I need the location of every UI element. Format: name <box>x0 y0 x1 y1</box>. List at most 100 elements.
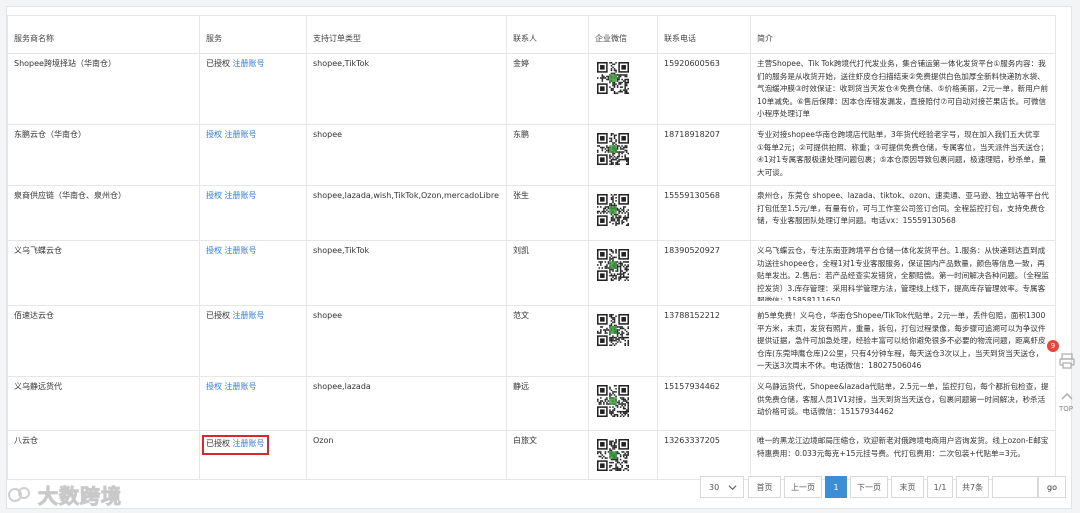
authorize-link[interactable]: 授权 <box>206 191 222 200</box>
contact-name: 白旅文 <box>506 430 589 480</box>
register-account-link[interactable]: 注册账号 <box>225 191 257 200</box>
wechat-cell <box>588 124 658 186</box>
table-row: 义乌静远货代 授权 注册账号 shopee,lazada 静远 15157934… <box>7 376 1056 431</box>
provider-name: 义乌静远货代 <box>7 376 200 431</box>
page-size-value: 30 <box>709 482 720 492</box>
authorize-link[interactable]: 授权 <box>206 130 222 139</box>
register-account-link[interactable]: 注册账号 <box>225 130 257 139</box>
intro-text: 义乌静远货代，Shopee&lazada代贴单，2.5元一单，监控打包，每个都折… <box>757 382 1049 416</box>
page-info: 1/1 <box>927 476 953 498</box>
wechat-qr-code-icon <box>597 385 629 417</box>
service-cell: 已授权 注册账号 <box>199 430 307 480</box>
phone-number: 15559130568 <box>657 185 751 241</box>
phone-number: 15157934462 <box>657 376 751 431</box>
wechat-cell <box>588 430 658 480</box>
header-service: 服务 <box>199 15 307 54</box>
phone-number: 15920600563 <box>657 53 751 125</box>
intro-text: 泉州仓，东莞仓 shopee、lazada、tiktok、ozon、速卖通、亚马… <box>757 191 1049 225</box>
table-row: 八云仓 已授权 注册账号 Ozon 白旅文 13263337205 唯一的黑龙江… <box>7 430 1056 480</box>
chevron-down-icon <box>728 485 737 491</box>
order-types: shopee <box>306 124 507 186</box>
notification-badge[interactable]: 9 <box>1047 340 1059 352</box>
wechat-cell <box>588 240 658 306</box>
register-account-link[interactable]: 注册账号 <box>233 59 265 68</box>
register-account-link[interactable]: 注册账号 <box>233 439 265 448</box>
wechat-cell <box>588 185 658 241</box>
phone-number: 13263337205 <box>657 430 751 480</box>
order-types: shopee,TikTok <box>306 53 507 125</box>
provider-name: Shopee跨境择站（华南仓） <box>7 53 200 125</box>
register-account-link[interactable]: 注册账号 <box>233 311 265 320</box>
first-page-button[interactable]: 首页 <box>748 476 781 498</box>
order-types: shopee <box>306 305 507 377</box>
phone-number: 18390520927 <box>657 240 751 306</box>
wechat-qr-code-icon <box>597 194 629 226</box>
register-account-link[interactable]: 注册账号 <box>225 246 257 255</box>
authorize-link[interactable]: 授权 <box>206 246 222 255</box>
intro-text: 义乌飞蝶云仓，专注东南亚跨境平台仓储一体化发货平台。1.服务：从快递到达直到成功… <box>757 246 1049 301</box>
provider-name: 义乌飞蝶云仓 <box>7 240 200 306</box>
authorized-status: 已授权 <box>206 311 230 320</box>
contact-name: 东鹏 <box>506 124 589 186</box>
contact-name: 范文 <box>506 305 589 377</box>
intro-cell: 义乌飞蝶云仓，专注东南亚跨境平台仓储一体化发货平台。1.服务：从快递到达直到成功… <box>750 240 1056 306</box>
order-types: Ozon <box>306 430 507 480</box>
page-jump-input[interactable] <box>992 476 1038 498</box>
provider-name: 八云仓 <box>7 430 200 480</box>
authorize-link[interactable]: 授权 <box>206 382 222 391</box>
service-cell: 已授权 注册账号 <box>199 53 307 125</box>
wechat-qr-code-icon <box>597 62 629 94</box>
authorized-status: 已授权 <box>206 439 230 448</box>
wechat-cell <box>588 53 658 125</box>
intro-text: 唯一的黑龙江边境邮局压缩仓，欢迎新老对俄跨境电商用户咨询发货。线上ozon-E邮… <box>757 436 1049 458</box>
intro-text: 前5单免费！义乌仓，华南仓Shopee/TikTok代贴单，2元一单，丢件包赔，… <box>757 311 1046 370</box>
intro-cell: 泉州仓，东莞仓 shopee、lazada、tiktok、ozon、速卖通、亚马… <box>750 185 1056 241</box>
contact-name: 刘凯 <box>506 240 589 306</box>
wechat-qr-code-icon <box>597 249 629 281</box>
page-1-button[interactable]: 1 <box>825 476 847 498</box>
table-row: 泉商供应链（华南仓、泉州仓） 授权 注册账号 shopee,lazada,wis… <box>7 185 1056 241</box>
table-row: 义乌飞蝶云仓 授权 注册账号 shopee,TikTok 刘凯 18390520… <box>7 240 1056 306</box>
wechat-qr-code-icon <box>597 314 629 346</box>
watermark: 大数跨境 <box>8 480 122 509</box>
register-account-link[interactable]: 注册账号 <box>225 382 257 391</box>
header-order-types: 支持订单类型 <box>306 15 507 54</box>
intro-cell: 主营Shopee、Tik Tok跨境代打代发业务，集合铺运第一体化发货平台①服务… <box>750 53 1056 125</box>
go-button[interactable]: go <box>1038 476 1066 498</box>
intro-cell: 义乌静远货代，Shopee&lazada代贴单，2.5元一单，监控打包，每个都折… <box>750 376 1056 431</box>
back-to-top-label[interactable]: TOP <box>1059 405 1073 413</box>
intro-cell: 专业对接shopee华南仓跨境店代贴单，3年货代经验老字号，现在加入我们五大优享… <box>750 124 1056 186</box>
contact-name: 张生 <box>506 185 589 241</box>
order-types: shopee,TikTok <box>306 240 507 306</box>
header-intro: 简介 <box>750 15 1056 54</box>
service-cell: 授权 注册账号 <box>199 124 307 186</box>
intro-text: 主营Shopee、Tik Tok跨境代打代发业务，集合铺运第一体化发货平台①服务… <box>757 59 1049 118</box>
last-page-button[interactable]: 末页 <box>891 476 924 498</box>
order-types: shopee,lazada,wish,TikTok,Ozon,mercadoLi… <box>306 185 507 241</box>
table-row: Shopee跨境择站（华南仓） 已授权 注册账号 shopee,TikTok 金… <box>7 53 1056 125</box>
prev-page-button[interactable]: 上一页 <box>784 476 822 498</box>
intro-cell: 唯一的黑龙江边境邮局压缩仓，欢迎新老对俄跨境电商用户咨询发货。线上ozon-E邮… <box>750 430 1056 480</box>
watermark-logo-icon <box>8 486 30 502</box>
next-page-button[interactable]: 下一页 <box>850 476 888 498</box>
contact-name: 金婷 <box>506 53 589 125</box>
total-count: 共7条 <box>956 476 989 498</box>
contact-name: 静远 <box>506 376 589 431</box>
table-row: 佰速达云仓 已授权 注册账号 shopee 范文 13788152212 前5单… <box>7 305 1056 377</box>
phone-number: 13788152212 <box>657 305 751 377</box>
wechat-cell <box>588 305 658 377</box>
phone-number: 18718918207 <box>657 124 751 186</box>
printer-icon[interactable] <box>1058 352 1076 370</box>
provider-name: 佰速达云仓 <box>7 305 200 377</box>
header-wechat: 企业微信 <box>588 15 658 54</box>
header-provider-name: 服务商名称 <box>7 15 200 54</box>
service-provider-table: 服务商名称 服务 支持订单类型 联系人 企业微信 联系电话 简介 Shopee跨… <box>7 15 1056 480</box>
header-phone: 联系电话 <box>657 15 751 54</box>
page-size-select[interactable]: 30 <box>700 476 744 498</box>
back-to-top-icon[interactable] <box>1058 388 1076 406</box>
table-row: 东鹏云仓（华南仓） 授权 注册账号 shopee 东鹏 18718918207 … <box>7 124 1056 186</box>
highlighted-service-cell: 已授权 注册账号 <box>202 435 269 455</box>
provider-name: 东鹏云仓（华南仓） <box>7 124 200 186</box>
intro-text: 专业对接shopee华南仓跨境店代贴单，3年货代经验老字号，现在加入我们五大优享… <box>757 130 1049 177</box>
intro-cell: 前5单免费！义乌仓，华南仓Shopee/TikTok代贴单，2元一单，丢件包赔，… <box>750 305 1056 377</box>
